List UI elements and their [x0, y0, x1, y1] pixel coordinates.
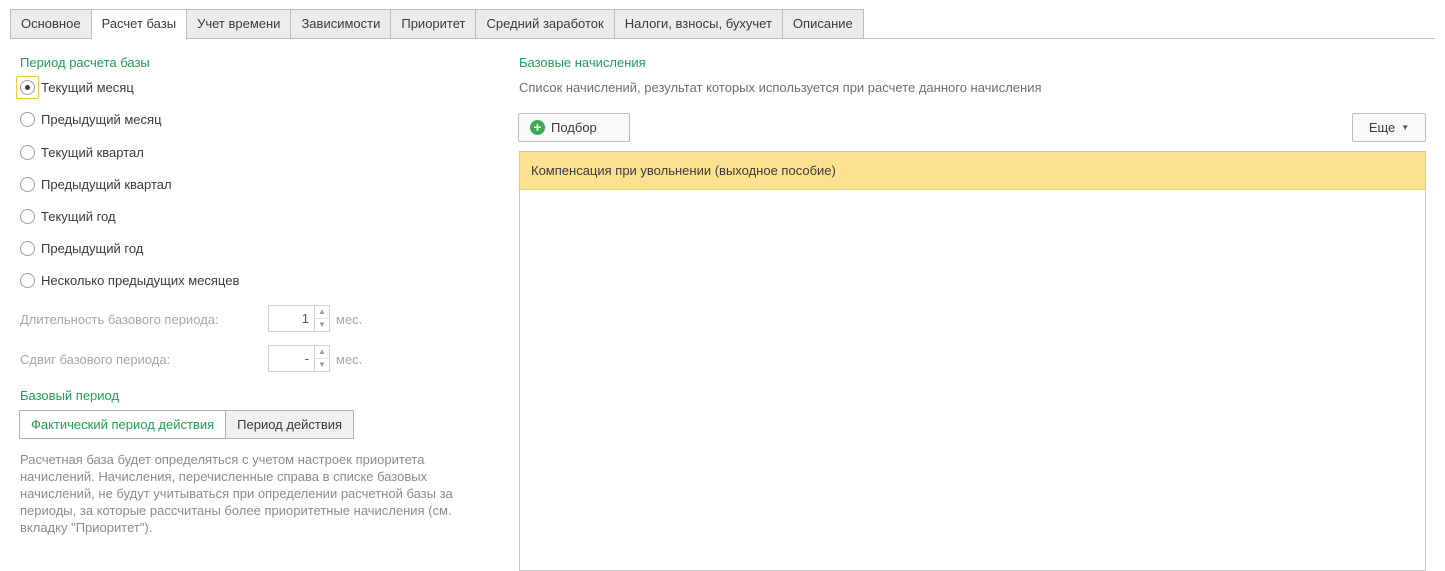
more-button[interactable]: Еще ▼	[1352, 113, 1426, 142]
radio-focus-frame	[16, 75, 39, 99]
shift-stepper[interactable]: - ▲ ▼	[268, 345, 330, 372]
shift-unit: мес.	[336, 352, 363, 367]
radio-label: Предыдущий квартал	[41, 176, 172, 192]
radio-button[interactable]	[20, 176, 35, 192]
tab-base-calculation[interactable]: Расчет базы	[90, 9, 188, 40]
tab-average-earnings[interactable]: Средний заработок	[475, 9, 615, 39]
tab-main[interactable]: Основное	[10, 9, 92, 39]
base-accruals-list: Компенсация при увольнении (выходное пос…	[519, 151, 1426, 571]
actual-period-option[interactable]: Фактический период действия	[19, 410, 226, 439]
stepper-down-icon[interactable]: ▼	[315, 318, 329, 331]
radio-current-month[interactable]: Текущий месяц	[16, 75, 134, 99]
radio-button[interactable]	[20, 111, 35, 127]
base-period-switch: Фактический период действия Период дейст…	[19, 410, 355, 439]
tab-bar: Основное Расчет базы Учет времени Зависи…	[10, 9, 864, 40]
list-item[interactable]: Компенсация при увольнении (выходное пос…	[520, 152, 1425, 190]
period-section-title: Период расчета базы	[20, 55, 150, 70]
radio-current-quarter[interactable]: Текущий квартал	[20, 142, 144, 162]
tab-divider	[10, 38, 1435, 39]
duration-unit: мес.	[336, 312, 363, 327]
radio-current-year[interactable]: Текущий год	[20, 206, 116, 226]
radio-label: Предыдущий год	[41, 240, 144, 256]
stepper-up-icon[interactable]: ▲	[315, 346, 329, 358]
radio-label: Несколько предыдущих месяцев	[41, 272, 240, 288]
select-button-label: Подбор	[551, 120, 597, 135]
duration-stepper[interactable]: 1 ▲ ▼	[268, 305, 330, 332]
radio-previous-year[interactable]: Предыдущий год	[20, 238, 143, 258]
radio-button[interactable]	[20, 240, 35, 256]
radio-several-previous-months[interactable]: Несколько предыдущих месяцев	[20, 270, 239, 290]
shift-value: -	[304, 351, 309, 366]
radio-label: Предыдущий месяц	[41, 111, 162, 127]
stepper-up-icon[interactable]: ▲	[315, 306, 329, 318]
radio-label: Текущий месяц	[41, 79, 134, 95]
select-button[interactable]: + Подбор	[518, 113, 630, 142]
stepper-buttons: ▲ ▼	[314, 346, 329, 371]
base-period-note: Расчетная база будет определяться с учет…	[20, 452, 453, 535]
base-period-title: Базовый период	[20, 388, 120, 403]
base-accruals-description: Список начислений, результат которых исп…	[519, 80, 1042, 95]
radio-label: Текущий год	[41, 208, 116, 224]
radio-button[interactable]	[20, 79, 35, 95]
radio-button[interactable]	[20, 208, 35, 224]
tab-description[interactable]: Описание	[781, 9, 864, 39]
dropdown-arrow-icon: ▼	[1401, 123, 1410, 132]
base-accruals-title: Базовые начисления	[519, 55, 646, 70]
period-option[interactable]: Период действия	[225, 410, 355, 439]
tab-dependencies[interactable]: Зависимости	[290, 9, 392, 39]
radio-previous-month[interactable]: Предыдущий месяц	[20, 109, 162, 129]
duration-label: Длительность базового периода:	[20, 312, 219, 327]
radio-button[interactable]	[20, 144, 35, 160]
stepper-buttons: ▲ ▼	[314, 306, 329, 331]
tab-priority[interactable]: Приоритет	[390, 9, 477, 39]
radio-label: Текущий квартал	[41, 144, 144, 160]
radio-button[interactable]	[20, 272, 35, 288]
tab-taxes[interactable]: Налоги, взносы, бухучет	[613, 9, 783, 39]
duration-value: 1	[301, 311, 309, 326]
more-button-label: Еще	[1368, 120, 1396, 135]
radio-previous-quarter[interactable]: Предыдущий квартал	[20, 174, 172, 194]
stepper-down-icon[interactable]: ▼	[315, 358, 329, 371]
add-icon: +	[530, 120, 545, 135]
shift-label: Сдвиг базового периода:	[20, 352, 171, 367]
tab-time-accounting[interactable]: Учет времени	[186, 9, 292, 39]
